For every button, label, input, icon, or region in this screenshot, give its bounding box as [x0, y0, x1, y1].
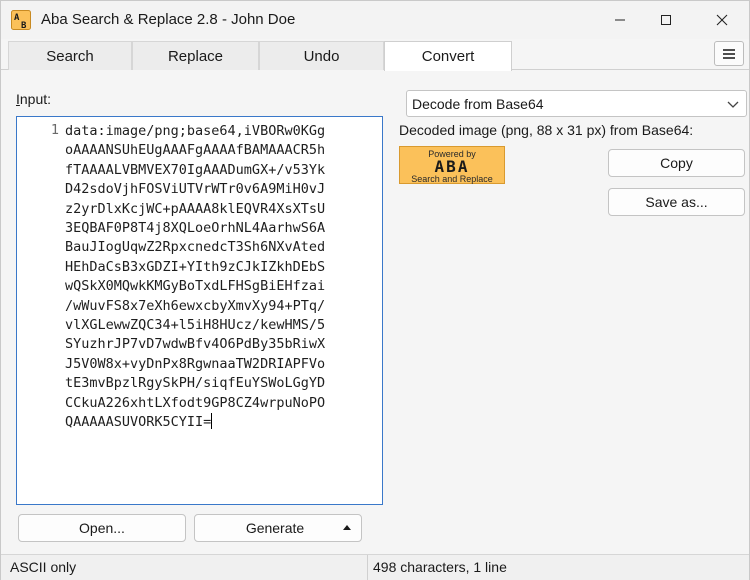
input-text-content[interactable]: data:image/png;base64,iVBORw0KGg oAAAANSU… — [65, 122, 377, 433]
app-window: A B Aba Search & Replace 2.8 - John Doe … — [0, 0, 750, 580]
decoded-image-label: Decoded image (png, 88 x 31 px) from Bas… — [399, 122, 694, 138]
input-text-line: fTAAAALVBMVEX70IgAAADumGX+/v53Yk — [65, 161, 326, 178]
status-divider — [367, 555, 368, 580]
hamburger-menu-icon — [723, 48, 735, 59]
open-button[interactable]: Open... — [18, 514, 186, 542]
input-text-line: CCkuA226xhtLXfodt9GP8CZ4wrpuNoPO — [65, 394, 326, 411]
maximize-button[interactable] — [643, 1, 689, 39]
input-text-line: J5V0W8x+vyDnPx8RgwnaaTW2DRIAPFVo — [65, 355, 326, 372]
generate-button[interactable]: Generate — [194, 514, 362, 542]
svg-text:A: A — [14, 13, 20, 23]
tab-search[interactable]: Search — [8, 41, 132, 70]
copy-button[interactable]: Copy — [608, 149, 745, 177]
input-text-line: data:image/png;base64,iVBORw0KGg — [65, 123, 326, 139]
input-text-line: D42sdoVjhFOSViUTVrWTr0v6A9MiH0vJ — [65, 181, 326, 198]
input-text-line: wQSkX0MQwkKMGyBoTxdLFHSgBiEHfzai — [65, 278, 326, 295]
input-text-line: 3EQBAF0P8T4j8XQLoeOrhNL4AarhwS6A — [65, 220, 326, 237]
input-label: Input: — [16, 91, 51, 107]
tab-bar: Search Replace Undo Convert — [1, 41, 749, 71]
input-label-text: nput: — [19, 91, 52, 107]
tab-convert[interactable]: Convert — [384, 41, 512, 71]
text-caret — [211, 413, 213, 430]
line-number: 1 — [50, 122, 59, 138]
copy-button-label: Copy — [660, 155, 693, 171]
status-char-count: 498 characters, 1 line — [373, 559, 507, 575]
save-as-button-label: Save as... — [645, 194, 708, 210]
chevron-down-icon — [727, 101, 739, 108]
input-text-line: SYuzhrJP7vD7wdwBfv4O6PdBy35bRiwX — [65, 336, 326, 353]
close-button[interactable] — [699, 1, 745, 39]
input-text-line: QAAAAASUVORK5CYII= — [65, 413, 213, 431]
input-text-line: HEhDaCsB3xGDZI+YIth9zCJkIZkhDEbS — [65, 258, 326, 275]
minimize-icon — [615, 19, 625, 21]
input-text-line: BauJIogUqwZ2RpxcnedcT3Sh6NXvAted — [65, 239, 326, 256]
window-title: Aba Search & Replace 2.8 - John Doe — [41, 11, 296, 28]
maximize-icon — [661, 15, 671, 25]
tab-undo[interactable]: Undo — [259, 41, 384, 70]
input-text-line: vlXGLewwZQC34+l5iH8HUcz/kewHMS/5 — [65, 317, 326, 334]
conversion-mode-select[interactable]: Decode from Base64 — [406, 90, 747, 117]
conversion-mode-value: Decode from Base64 — [412, 95, 544, 112]
input-text-line: /wWuvFS8x7eXh6ewxcbyXmvXy94+PTq/ — [65, 297, 326, 314]
input-text-line: tE3mvBpzlRgySkPH/siqfEuYSWoLGgYD — [65, 375, 326, 392]
title-bar: A B Aba Search & Replace 2.8 - John Doe — [1, 1, 749, 39]
save-as-button[interactable]: Save as... — [608, 188, 745, 216]
input-text-line: z2yrDlxKcjWC+pAAAA8klEQVR4XsXTsU — [65, 200, 326, 217]
decoded-image-preview: Powered by ABA Search and Replace — [399, 146, 505, 184]
status-encoding: ASCII only — [10, 559, 77, 575]
tab-replace[interactable]: Replace — [132, 41, 259, 70]
input-text-line: oAAAANSUhEUgAAAFgAAAAfBAMAAACR5h — [65, 142, 326, 159]
aba-app-icon: A B — [11, 10, 31, 30]
open-button-label: Open... — [79, 520, 125, 536]
minimize-button[interactable] — [597, 1, 643, 39]
generate-button-label: Generate — [245, 520, 305, 536]
dropdown-arrow-icon — [343, 525, 351, 530]
convert-panel: Input: 1 data:image/png;base64,iVBORw0KG… — [1, 71, 749, 551]
svg-text:B: B — [21, 21, 27, 30]
menu-button[interactable] — [714, 41, 744, 66]
status-bar: ASCII only 498 characters, 1 line — [1, 554, 749, 580]
close-icon — [716, 14, 728, 26]
input-text-editor[interactable]: 1 data:image/png;base64,iVBORw0KGg oAAAAN… — [16, 116, 383, 505]
badge-search-and-replace: Search and Replace — [411, 174, 493, 184]
